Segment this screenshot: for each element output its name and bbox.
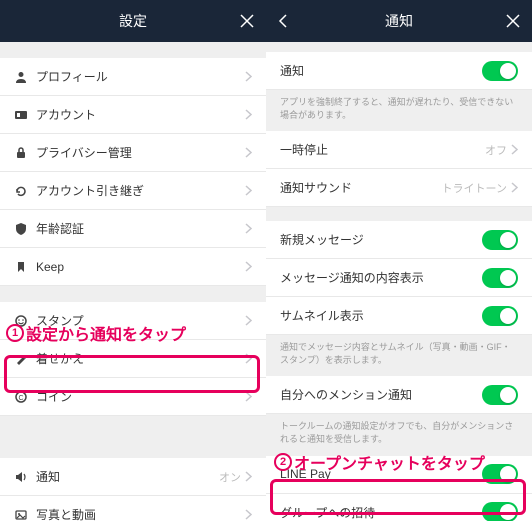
header-title: 設定	[119, 11, 147, 31]
chevron-right-icon	[245, 391, 252, 402]
row-label: グループへの招待	[280, 504, 482, 521]
chevron-right-icon	[245, 261, 252, 272]
row-label: Keep	[36, 260, 241, 274]
notif-row-一時停止[interactable]: 一時停止オフ	[266, 131, 532, 169]
row-label: 通知	[280, 62, 482, 79]
notif-row-サムネイル表示[interactable]: サムネイル表示	[266, 297, 532, 335]
annotation-1: 1設定から通知をタップ	[6, 321, 186, 345]
row-label: サムネイル表示	[280, 307, 482, 324]
notif-row-グループへの招待[interactable]: グループへの招待	[266, 494, 532, 521]
settings-row-写真と動画[interactable]: 写真と動画	[0, 496, 266, 521]
chevron-right-icon	[245, 147, 252, 158]
notif-row-自分へのメンション通知[interactable]: 自分へのメンション通知	[266, 376, 532, 414]
row-label: 自分へのメンション通知	[280, 386, 482, 403]
settings-row-年齢認証[interactable]: 年齢認証	[0, 210, 266, 248]
toggle-switch[interactable]	[482, 502, 518, 521]
notif-row-通知サウンド[interactable]: 通知サウンドトライトーン	[266, 169, 532, 207]
row-value: オフ	[485, 142, 507, 158]
header: 設定	[0, 0, 266, 42]
row-label: アカウント	[36, 106, 241, 123]
row-value: オン	[219, 469, 241, 485]
row-label: メッセージ通知の内容表示	[280, 269, 482, 286]
row-label: 写真と動画	[36, 506, 241, 521]
settings-row-Keep[interactable]: Keep	[0, 248, 266, 286]
chevron-right-icon	[245, 509, 252, 520]
description: アプリを強制終了すると、通知が遅れたり、受信できない場合があります。	[266, 90, 532, 131]
chevron-right-icon	[511, 144, 518, 155]
settings-row-通知[interactable]: 通知オン	[0, 458, 266, 496]
notification-screen: 通知 通知 アプリを強制終了すると、通知が遅れたり、受信できない場合があります。…	[266, 0, 532, 521]
chevron-right-icon	[245, 315, 252, 326]
header-title: 通知	[385, 11, 413, 31]
svg-text:C: C	[18, 395, 23, 402]
row-label: 着せかえ	[36, 350, 241, 367]
row-label: 一時停止	[280, 141, 485, 158]
row-label: 新規メッセージ	[280, 231, 482, 248]
row-label: 年齢認証	[36, 220, 241, 237]
annotation-2: 2オープンチャットをタップ	[274, 450, 485, 474]
row-value: トライトーン	[442, 180, 507, 196]
speaker-icon	[14, 470, 36, 484]
close-icon[interactable]	[506, 0, 520, 42]
shield-icon	[14, 222, 36, 236]
settings-row-プロフィール[interactable]: プロフィール	[0, 58, 266, 96]
settings-row-コイン[interactable]: C コイン	[0, 378, 266, 416]
notif-row-新規メッセージ[interactable]: 新規メッセージ	[266, 221, 532, 259]
toggle-switch[interactable]	[482, 268, 518, 288]
photo-icon	[14, 508, 36, 521]
chevron-right-icon	[245, 353, 252, 364]
chevron-right-icon	[245, 185, 252, 196]
toggle-switch[interactable]	[482, 61, 518, 81]
toggle-switch[interactable]	[482, 306, 518, 326]
toggle-switch[interactable]	[482, 464, 518, 484]
chevron-right-icon	[245, 109, 252, 120]
notif-row-通知[interactable]: 通知	[266, 52, 532, 90]
refresh-icon	[14, 184, 36, 198]
notif-row-メッセージ通知の内容表示[interactable]: メッセージ通知の内容表示	[266, 259, 532, 297]
id-icon	[14, 108, 36, 122]
row-label: プライバシー管理	[36, 144, 241, 161]
header: 通知	[266, 0, 532, 42]
back-icon[interactable]	[278, 0, 288, 42]
chevron-right-icon	[245, 223, 252, 234]
settings-body: プロフィールアカウントプライバシー管理アカウント引き継ぎ年齢認証Keep スタン…	[0, 42, 266, 521]
chevron-right-icon	[245, 71, 252, 82]
lock-icon	[14, 146, 36, 160]
coin-icon: C	[14, 390, 36, 404]
row-label: アカウント引き継ぎ	[36, 182, 241, 199]
description: 通知でメッセージ内容とサムネイル（写真・動画・GIF・スタンプ）を表示します。	[266, 335, 532, 376]
toggle-switch[interactable]	[482, 230, 518, 250]
settings-screen: 設定 プロフィールアカウントプライバシー管理アカウント引き継ぎ年齢認証Keep …	[0, 0, 266, 521]
chevron-right-icon	[511, 182, 518, 193]
settings-row-着せかえ[interactable]: 着せかえ	[0, 340, 266, 378]
row-label: 通知	[36, 468, 219, 485]
toggle-switch[interactable]	[482, 385, 518, 405]
row-label: コイン	[36, 388, 241, 405]
settings-row-プライバシー管理[interactable]: プライバシー管理	[0, 134, 266, 172]
row-label: 通知サウンド	[280, 179, 442, 196]
row-label: プロフィール	[36, 68, 241, 85]
settings-row-アカウント引き継ぎ[interactable]: アカウント引き継ぎ	[0, 172, 266, 210]
chevron-right-icon	[245, 471, 252, 482]
settings-row-アカウント[interactable]: アカウント	[0, 96, 266, 134]
brush-icon	[14, 352, 36, 366]
person-icon	[14, 70, 36, 84]
close-icon[interactable]	[240, 0, 254, 42]
bookmark-icon	[14, 260, 36, 274]
